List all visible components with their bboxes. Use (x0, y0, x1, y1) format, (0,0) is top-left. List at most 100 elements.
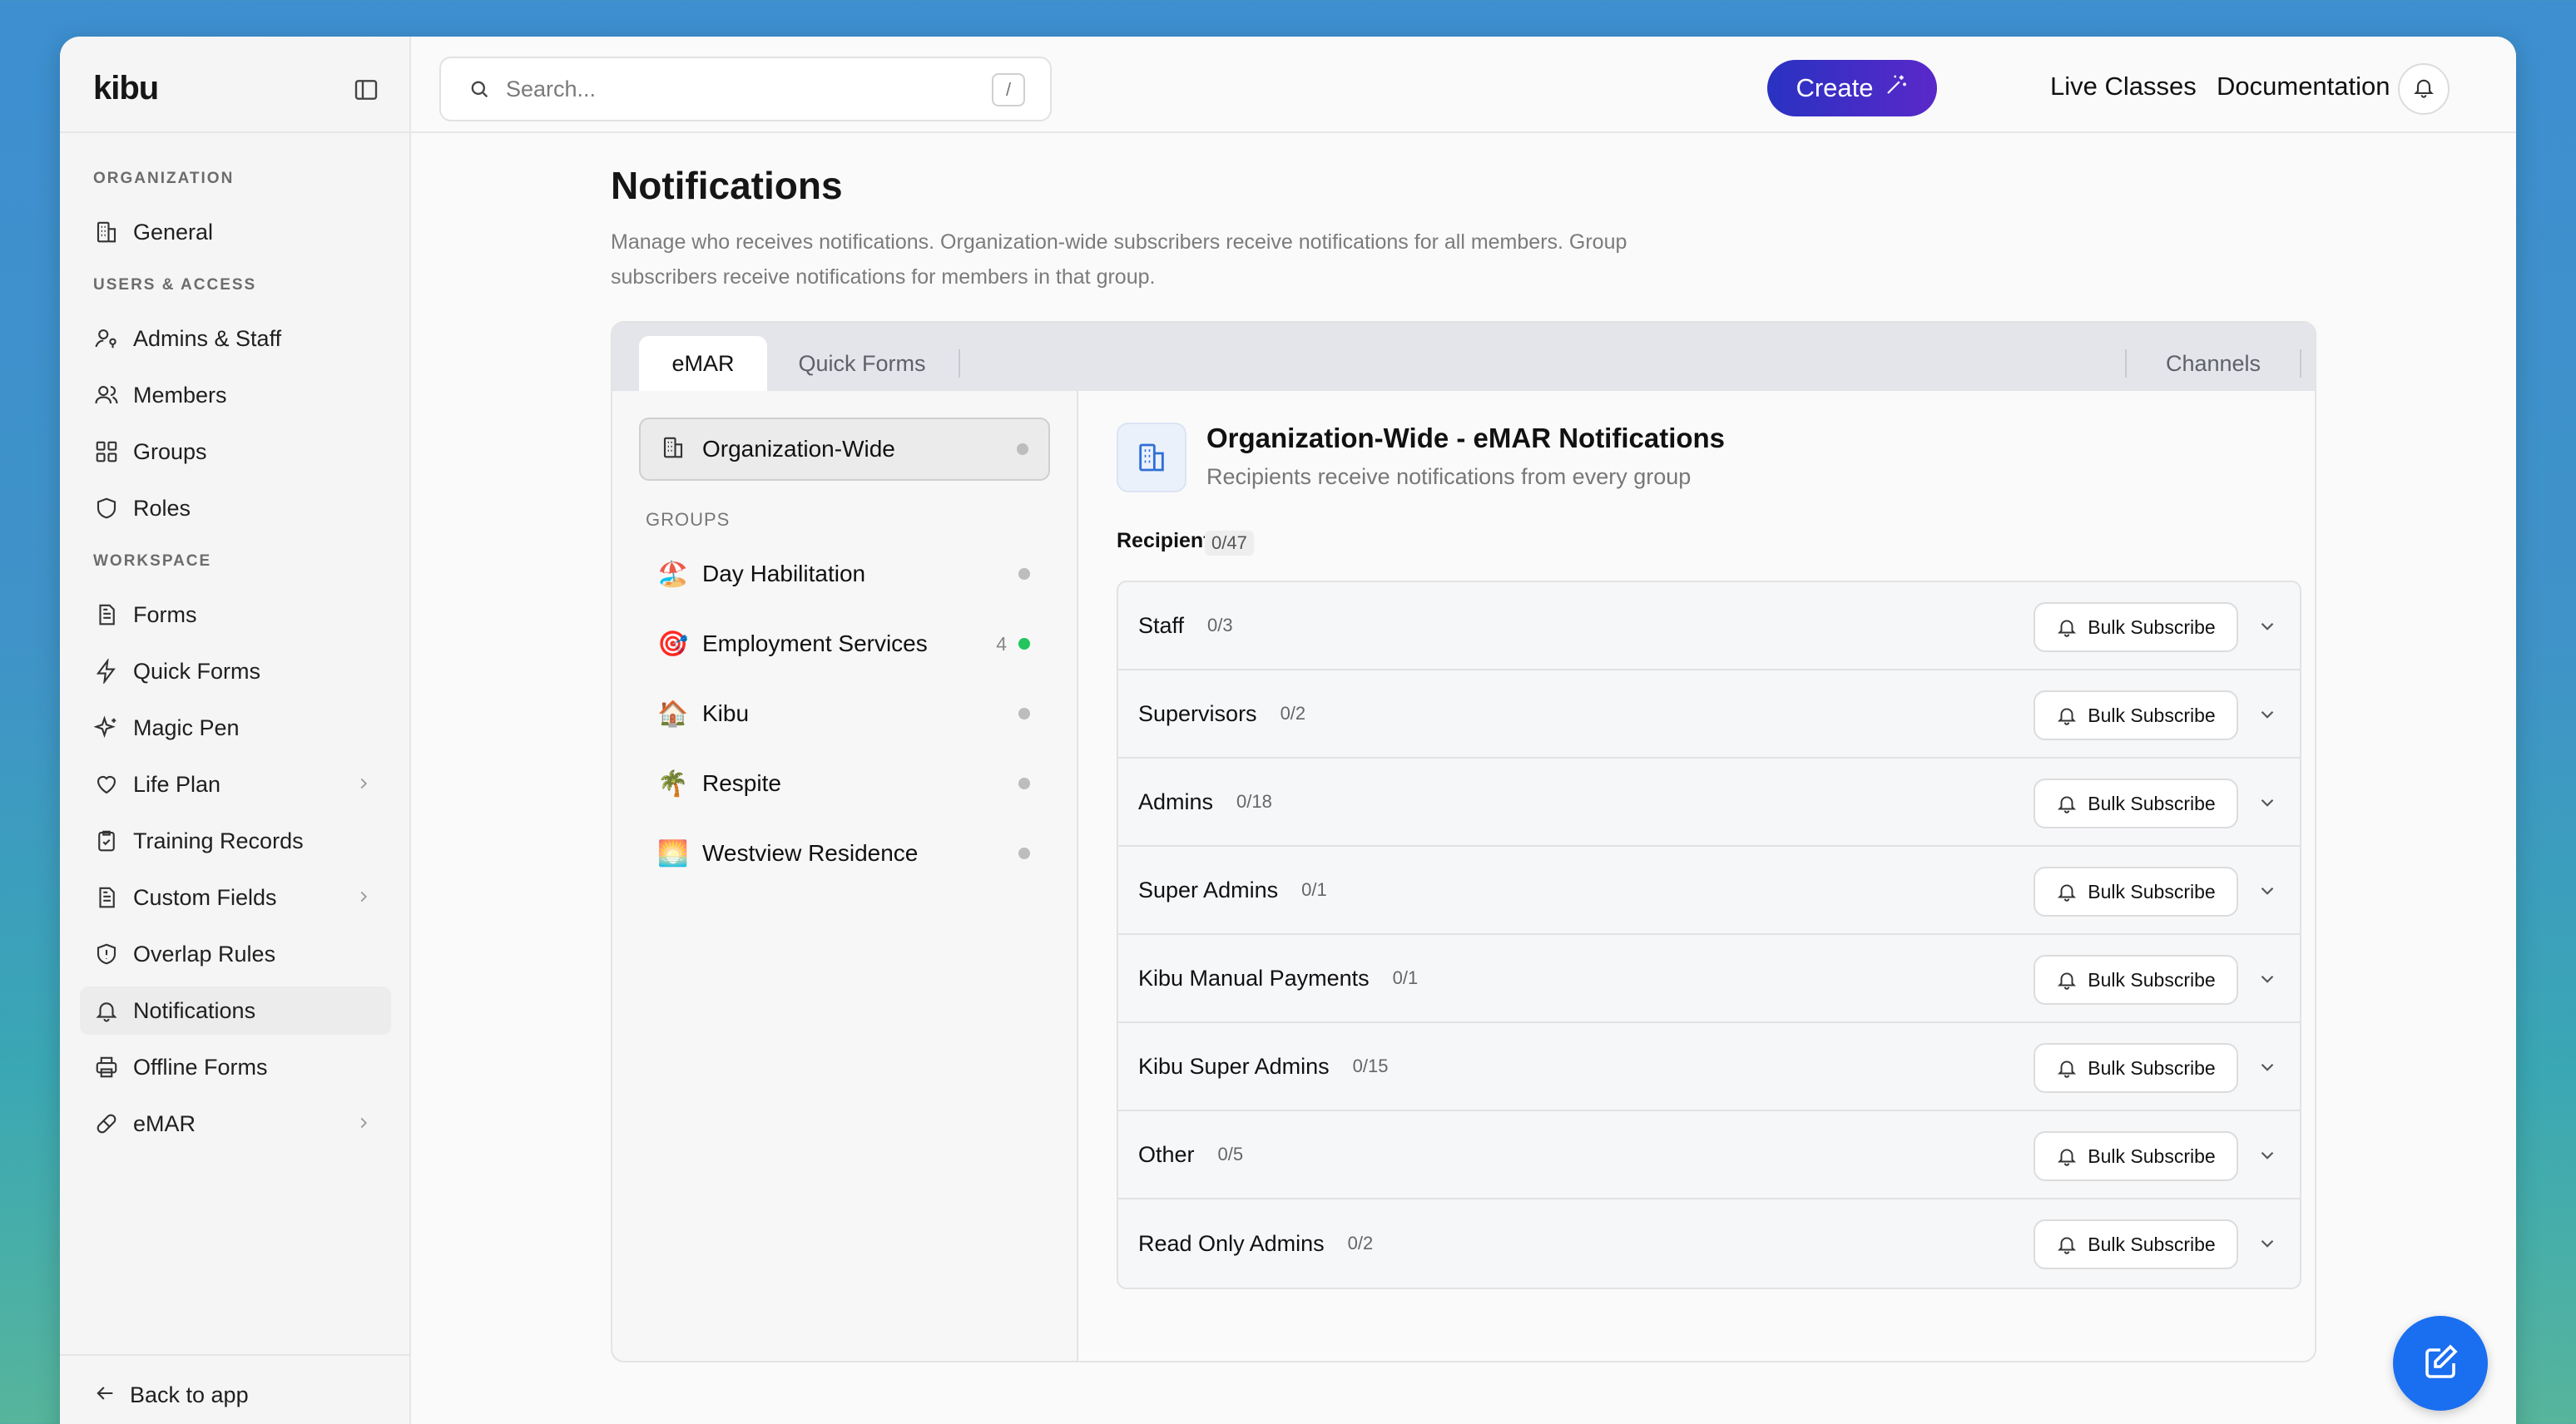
bell-icon (93, 997, 120, 1024)
group-item-day-habilitation[interactable]: 🏖️ Day Habilitation (639, 542, 1050, 606)
bulk-subscribe-label: Bulk Subscribe (2088, 1233, 2216, 1255)
group-item-westview-residence[interactable]: 🌅 Westview Residence (639, 822, 1050, 885)
heart-icon (93, 771, 120, 798)
search-input[interactable]: Search... / (439, 57, 1052, 121)
compose-button[interactable] (2393, 1316, 2488, 1411)
role-count: 0/5 (1217, 1144, 1244, 1164)
role-name[interactable]: Kibu Super Admins (1138, 1054, 1330, 1080)
bulk-subscribe-button[interactable]: Bulk Subscribe (2034, 955, 2238, 1005)
recipients-count: 0/47 (1205, 531, 1254, 556)
section-label-workspace: WORKSPACE (93, 552, 212, 570)
chevron-down-icon[interactable] (2256, 1233, 2278, 1254)
sidebar-item-label: Life Plan (133, 771, 221, 797)
divider (60, 1354, 411, 1356)
sidebar-item-offline-forms[interactable]: Offline Forms (80, 1043, 391, 1091)
chevron-down-icon[interactable] (2256, 792, 2278, 813)
sidebar-item-notifications[interactable]: Notifications (80, 986, 391, 1035)
sidebar-item-general[interactable]: General (80, 208, 391, 256)
create-button-label: Create (1796, 73, 1874, 102)
tab-quick-forms[interactable]: Quick Forms (779, 336, 945, 391)
chevron-down-icon[interactable] (2256, 616, 2278, 637)
role-name[interactable]: Other (1138, 1142, 1195, 1168)
role-name[interactable]: Read Only Admins (1138, 1231, 1325, 1257)
sidebar-item-magic-pen[interactable]: Magic Pen (80, 704, 391, 752)
bulk-subscribe-button[interactable]: Bulk Subscribe (2034, 1219, 2238, 1269)
role-count: 0/3 (1207, 615, 1233, 635)
sidebar-item-quick-forms[interactable]: Quick Forms (80, 647, 391, 695)
chevron-down-icon[interactable] (2256, 1056, 2278, 1078)
organization-wide-item[interactable]: Organization-Wide (639, 418, 1050, 481)
bulk-subscribe-button[interactable]: Bulk Subscribe (2034, 1043, 2238, 1093)
sidebar-item-label: eMAR (133, 1110, 196, 1136)
notifications-button[interactable] (2398, 63, 2450, 115)
chevron-down-icon[interactable] (2256, 880, 2278, 902)
role-name[interactable]: Supervisors (1138, 701, 1257, 727)
role-count: 0/2 (1347, 1233, 1374, 1253)
group-item-respite[interactable]: 🌴 Respite (639, 752, 1050, 815)
bulk-subscribe-button[interactable]: Bulk Subscribe (2034, 690, 2238, 740)
groups-heading: GROUPS (646, 509, 731, 530)
sidebar-item-training-records[interactable]: Training Records (80, 817, 391, 865)
role-count: 0/15 (1352, 1056, 1389, 1076)
list-item: Kibu Manual Payments 0/1 Bulk Subscribe (1118, 935, 2300, 1023)
section-label-organization: ORGANIZATION (93, 170, 235, 187)
users-icon (93, 382, 120, 408)
group-item-kibu[interactable]: 🏠 Kibu (639, 682, 1050, 745)
list-item: Admins 0/18 Bulk Subscribe (1118, 759, 2300, 847)
target-icon: 🎯 (657, 630, 689, 658)
sidebar-item-members[interactable]: Members (80, 371, 391, 419)
user-key-icon (93, 325, 120, 352)
bell-icon (2058, 620, 2077, 637)
bulk-subscribe-button[interactable]: Bulk Subscribe (2034, 1131, 2238, 1181)
bulk-subscribe-label: Bulk Subscribe (2088, 616, 2216, 638)
bulk-subscribe-button[interactable]: Bulk Subscribe (2034, 602, 2238, 652)
sidebar-item-label: Offline Forms (133, 1054, 268, 1080)
sidebar-item-admins-staff[interactable]: Admins & Staff (80, 314, 391, 363)
role-name[interactable]: Staff (1138, 613, 1184, 639)
sidebar-item-groups[interactable]: Groups (80, 428, 391, 476)
bulk-subscribe-button[interactable]: Bulk Subscribe (2034, 867, 2238, 917)
bell-icon (2058, 1237, 2077, 1254)
sidebar-item-label: Notifications (133, 997, 256, 1023)
chevron-right-icon (354, 1114, 373, 1132)
live-classes-link[interactable]: Live Classes (2050, 72, 2197, 101)
search-icon (468, 77, 491, 101)
list-item: Supervisors 0/2 Bulk Subscribe (1118, 670, 2300, 759)
list-item: Read Only Admins 0/2 Bulk Subscribe (1118, 1199, 2300, 1288)
documentation-link[interactable]: Documentation (2217, 72, 2390, 101)
create-button[interactable]: Create (1767, 60, 1937, 116)
role-name[interactable]: Kibu Manual Payments (1138, 966, 1370, 991)
shield-alert-icon (93, 941, 120, 967)
chevron-down-icon[interactable] (2256, 1145, 2278, 1166)
sidebar-item-life-plan[interactable]: Life Plan (80, 760, 391, 808)
tab-emar[interactable]: eMAR (639, 336, 767, 391)
grid-icon (93, 438, 120, 465)
group-label: Employment Services (702, 630, 928, 656)
sparkles-icon (93, 714, 120, 741)
sidebar-item-overlap-rules[interactable]: Overlap Rules (80, 930, 391, 978)
tab-channels[interactable]: Channels (2138, 336, 2288, 391)
sidebar-item-forms[interactable]: Forms (80, 591, 391, 639)
brand-logo: kibu (93, 70, 159, 106)
role-count: 0/2 (1280, 703, 1306, 724)
bulk-subscribe-label: Bulk Subscribe (2088, 1145, 2216, 1167)
sidebar-item-label: Groups (133, 438, 207, 464)
back-to-app-link[interactable]: Back to app (80, 1371, 391, 1419)
building-icon (93, 219, 120, 245)
detail-pane: Organization-Wide - eMAR Notifications R… (1078, 391, 2315, 1361)
bulk-subscribe-button[interactable]: Bulk Subscribe (2034, 779, 2238, 828)
sidebar-item-roles[interactable]: Roles (80, 484, 391, 532)
chevron-down-icon[interactable] (2256, 704, 2278, 725)
role-name[interactable]: Admins (1138, 789, 1213, 815)
section-label-users-access: USERS & ACCESS (93, 276, 257, 294)
sidebar-item-emar[interactable]: eMAR (80, 1100, 391, 1148)
clipboard-check-icon (93, 828, 120, 854)
sidebar-toggle-icon[interactable] (353, 77, 379, 103)
role-name[interactable]: Super Admins (1138, 878, 1278, 903)
page-title: Notifications (611, 164, 843, 207)
chevron-down-icon[interactable] (2256, 968, 2278, 990)
building-icon (1117, 423, 1186, 492)
sidebar-item-label: Members (133, 382, 227, 408)
group-item-employment-services[interactable]: 🎯 Employment Services 4 (639, 612, 1050, 675)
sidebar-item-custom-fields[interactable]: Custom Fields (80, 873, 391, 922)
